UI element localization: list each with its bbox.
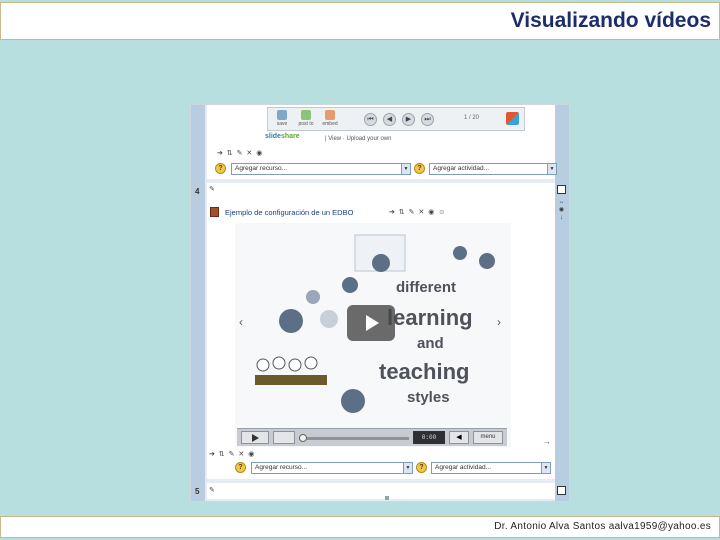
add-controls-row: ? Agregar recurso... ▼ ? Agregar activid… (215, 163, 557, 175)
section-number: 5 (195, 487, 200, 496)
section-number: 4 (195, 187, 200, 196)
slideshare-links[interactable]: | View · Upload your own (325, 136, 391, 142)
add-activity-label: Agregar actividad... (435, 464, 492, 471)
add-activity-select[interactable]: Agregar actividad... ▼ (429, 163, 557, 175)
chevron-down-icon: ▼ (547, 164, 556, 174)
edit-icons-row-2[interactable]: ➔ ⇅ ✎ ✕ ◉ (209, 450, 255, 458)
section-5-panel: ✎ (207, 483, 555, 499)
resource-icon (210, 207, 219, 217)
stop-button[interactable] (273, 431, 295, 444)
moodle-screenshot: save post to embed ⏮ ◀ ▶ ⏭ 1 / 20 slides… (190, 104, 570, 502)
add-resource-label: Agregar recurso... (255, 464, 308, 471)
chevron-down-icon: ▼ (401, 164, 410, 174)
right-border-stripe (555, 105, 569, 501)
video-word-2: learning (387, 305, 473, 330)
prev-slide-button[interactable]: ◀ (383, 113, 396, 126)
save-icon (277, 110, 287, 120)
volume-button[interactable]: ◀ (449, 431, 469, 444)
video-word-1: different (396, 279, 456, 296)
section-3-panel: save post to embed ⏮ ◀ ▶ ⏭ 1 / 20 slides… (207, 105, 557, 179)
progress-track[interactable] (299, 437, 409, 440)
chevron-down-icon: ▼ (403, 463, 412, 473)
play-button[interactable] (241, 431, 269, 444)
slideshare-toolbar: save post to embed ⏮ ◀ ▶ ⏭ 1 / 20 (267, 107, 525, 131)
down-arrow-icon[interactable]: ↓ (557, 214, 566, 222)
help-icon[interactable]: ? (416, 462, 427, 473)
footer-credit: Dr. Antonio Alva Santos aalva1959@yahoo.… (494, 521, 711, 532)
share-icon[interactable] (506, 112, 519, 125)
play-overlay-button[interactable] (347, 305, 395, 341)
section-edit-icon[interactable]: ✎ (209, 185, 216, 193)
add-controls-row-2: ? Agregar recurso... ▼ ? Agregar activid… (217, 462, 557, 474)
play-icon (252, 434, 259, 442)
video-controls: 0:00 ◀ menu (237, 428, 507, 446)
first-slide-button[interactable]: ⏮ (364, 113, 377, 126)
toolbar-embed[interactable]: embed (319, 110, 341, 127)
footer-bar: Dr. Antonio Alva Santos aalva1959@yahoo.… (0, 516, 720, 538)
slideshare-logo-a: slide (265, 133, 281, 140)
chevron-down-icon: ▼ (541, 463, 550, 473)
add-resource-select-2[interactable]: Agregar recurso... ▼ (251, 462, 413, 474)
time-display: 0:00 (413, 431, 445, 444)
toolbar-save[interactable]: save (271, 110, 293, 127)
next-slide-button[interactable]: ▶ (402, 113, 415, 126)
prev-arrow-icon[interactable]: ‹ (239, 315, 243, 329)
help-icon[interactable]: ? (235, 462, 246, 473)
section-side-icons[interactable]: ↔ ◉ ↓ (557, 198, 566, 222)
page-counter: 1 / 20 (464, 115, 480, 121)
menu-button[interactable]: menu (473, 431, 503, 444)
add-resource-select[interactable]: Agregar recurso... ▼ (231, 163, 411, 175)
video-word-3: and (417, 335, 444, 352)
right-arrow-icon[interactable]: → (543, 437, 551, 446)
last-slide-button[interactable]: ⏭ (421, 113, 434, 126)
section-highlight-box[interactable] (557, 185, 566, 194)
eye-icon[interactable]: ◉ (557, 206, 566, 214)
add-activity-select-2[interactable]: Agregar actividad... ▼ (431, 462, 551, 474)
slideshare-logo[interactable]: slideshare (265, 133, 300, 140)
move-icon[interactable]: ↔ (557, 198, 566, 206)
embed-icon (325, 110, 335, 120)
play-icon (366, 315, 379, 331)
next-arrow-icon[interactable]: › (497, 315, 501, 329)
title-bar: Visualizando vídeos (0, 2, 720, 40)
slideshare-logo-b: share (280, 133, 300, 140)
post-icon (301, 110, 311, 120)
section-highlight-box[interactable] (557, 486, 566, 495)
video-word-4: teaching (379, 359, 470, 384)
help-icon[interactable]: ? (414, 163, 425, 174)
edit-icons-row[interactable]: ➔ ⇅ ✎ ✕ ◉ (217, 149, 263, 157)
add-resource-label: Agregar recurso... (235, 165, 288, 172)
progress-knob[interactable] (299, 434, 307, 442)
help-icon[interactable]: ? (215, 163, 226, 174)
toolbar-post[interactable]: post to (295, 110, 317, 127)
resource-edit-icons[interactable]: ➔ ⇅ ✎ ✕ ◉ ☺ (389, 208, 446, 216)
left-border-stripe (191, 105, 205, 501)
section-edit-icon[interactable]: ✎ (209, 486, 216, 494)
page-title: Visualizando vídeos (510, 9, 711, 32)
add-activity-label: Agregar actividad... (433, 165, 490, 172)
scroll-indicator[interactable] (385, 496, 389, 500)
video-word-5: styles (407, 389, 450, 406)
resource-title[interactable]: Ejemplo de configuración de un EDBO (225, 208, 353, 217)
